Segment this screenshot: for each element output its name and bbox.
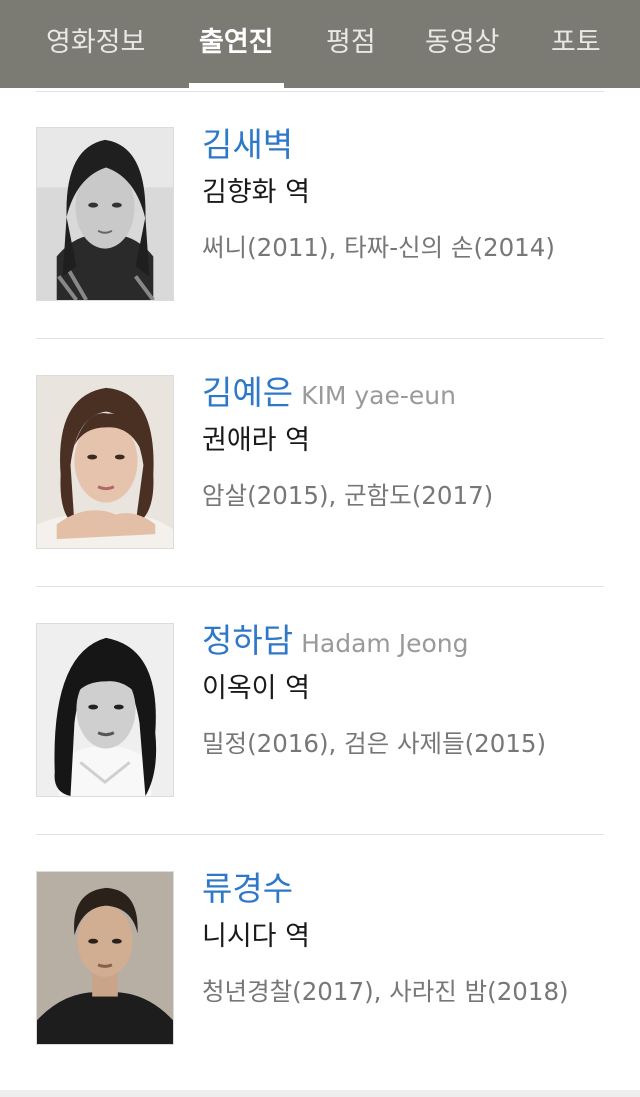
bottom-edge — [0, 1090, 640, 1097]
tab-videos[interactable]: 동영상 — [425, 0, 500, 88]
cast-info: 류경수 니시다 역 청년경찰(2017), 사라진 밤(2018) — [202, 871, 602, 1013]
cast-info: 정하담 Hadam Jeong 이옥이 역 밀정(2016), 검은 사제들(20… — [202, 623, 602, 765]
divider — [36, 586, 604, 587]
tab-cast[interactable]: 출연진 — [189, 0, 284, 88]
actor-name-link[interactable]: 정하담 — [202, 621, 293, 660]
actor-photo[interactable] — [36, 375, 174, 549]
divider — [36, 338, 604, 339]
divider — [36, 834, 604, 835]
cast-info: 김예은 KIM yae-eun 권애라 역 암살(2015), 군함도(2017) — [202, 375, 602, 517]
actor-photo[interactable] — [36, 127, 174, 301]
actor-english-name: KIM yae-eun — [301, 381, 456, 410]
actor-name-link[interactable]: 류경수 — [202, 869, 293, 908]
actor-english-name: Hadam Jeong — [301, 629, 469, 658]
actor-photo[interactable] — [36, 623, 174, 797]
actor-filmography: 청년경찰(2017), 사라진 밤(2018) — [202, 977, 569, 1006]
actor-filmography: 암살(2015), 군함도(2017) — [202, 481, 494, 510]
actor-filmography: 써니(2011), 타짜-신의 손(2014) — [202, 233, 555, 262]
actor-filmography: 밀정(2016), 검은 사제들(2015) — [202, 729, 547, 758]
actor-role: 김향화 역 — [202, 177, 310, 208]
tab-bar: 영화정보 출연진 평점 동영상 포토 — [0, 0, 640, 88]
list-top-divider — [36, 91, 604, 92]
tab-movie-info[interactable]: 영화정보 — [46, 0, 145, 88]
actor-role: 이옥이 역 — [202, 673, 310, 704]
actor-role: 권애라 역 — [202, 425, 310, 456]
tab-photos[interactable]: 포토 — [551, 0, 601, 88]
tab-ratings[interactable]: 평점 — [326, 0, 376, 88]
cast-info: 김새벽 김향화 역 써니(2011), 타짜-신의 손(2014) — [202, 127, 602, 269]
actor-role: 니시다 역 — [202, 921, 310, 952]
actor-photo[interactable] — [36, 871, 174, 1045]
actor-name-link[interactable]: 김새벽 — [202, 125, 293, 164]
actor-name-link[interactable]: 김예은 — [202, 373, 293, 412]
